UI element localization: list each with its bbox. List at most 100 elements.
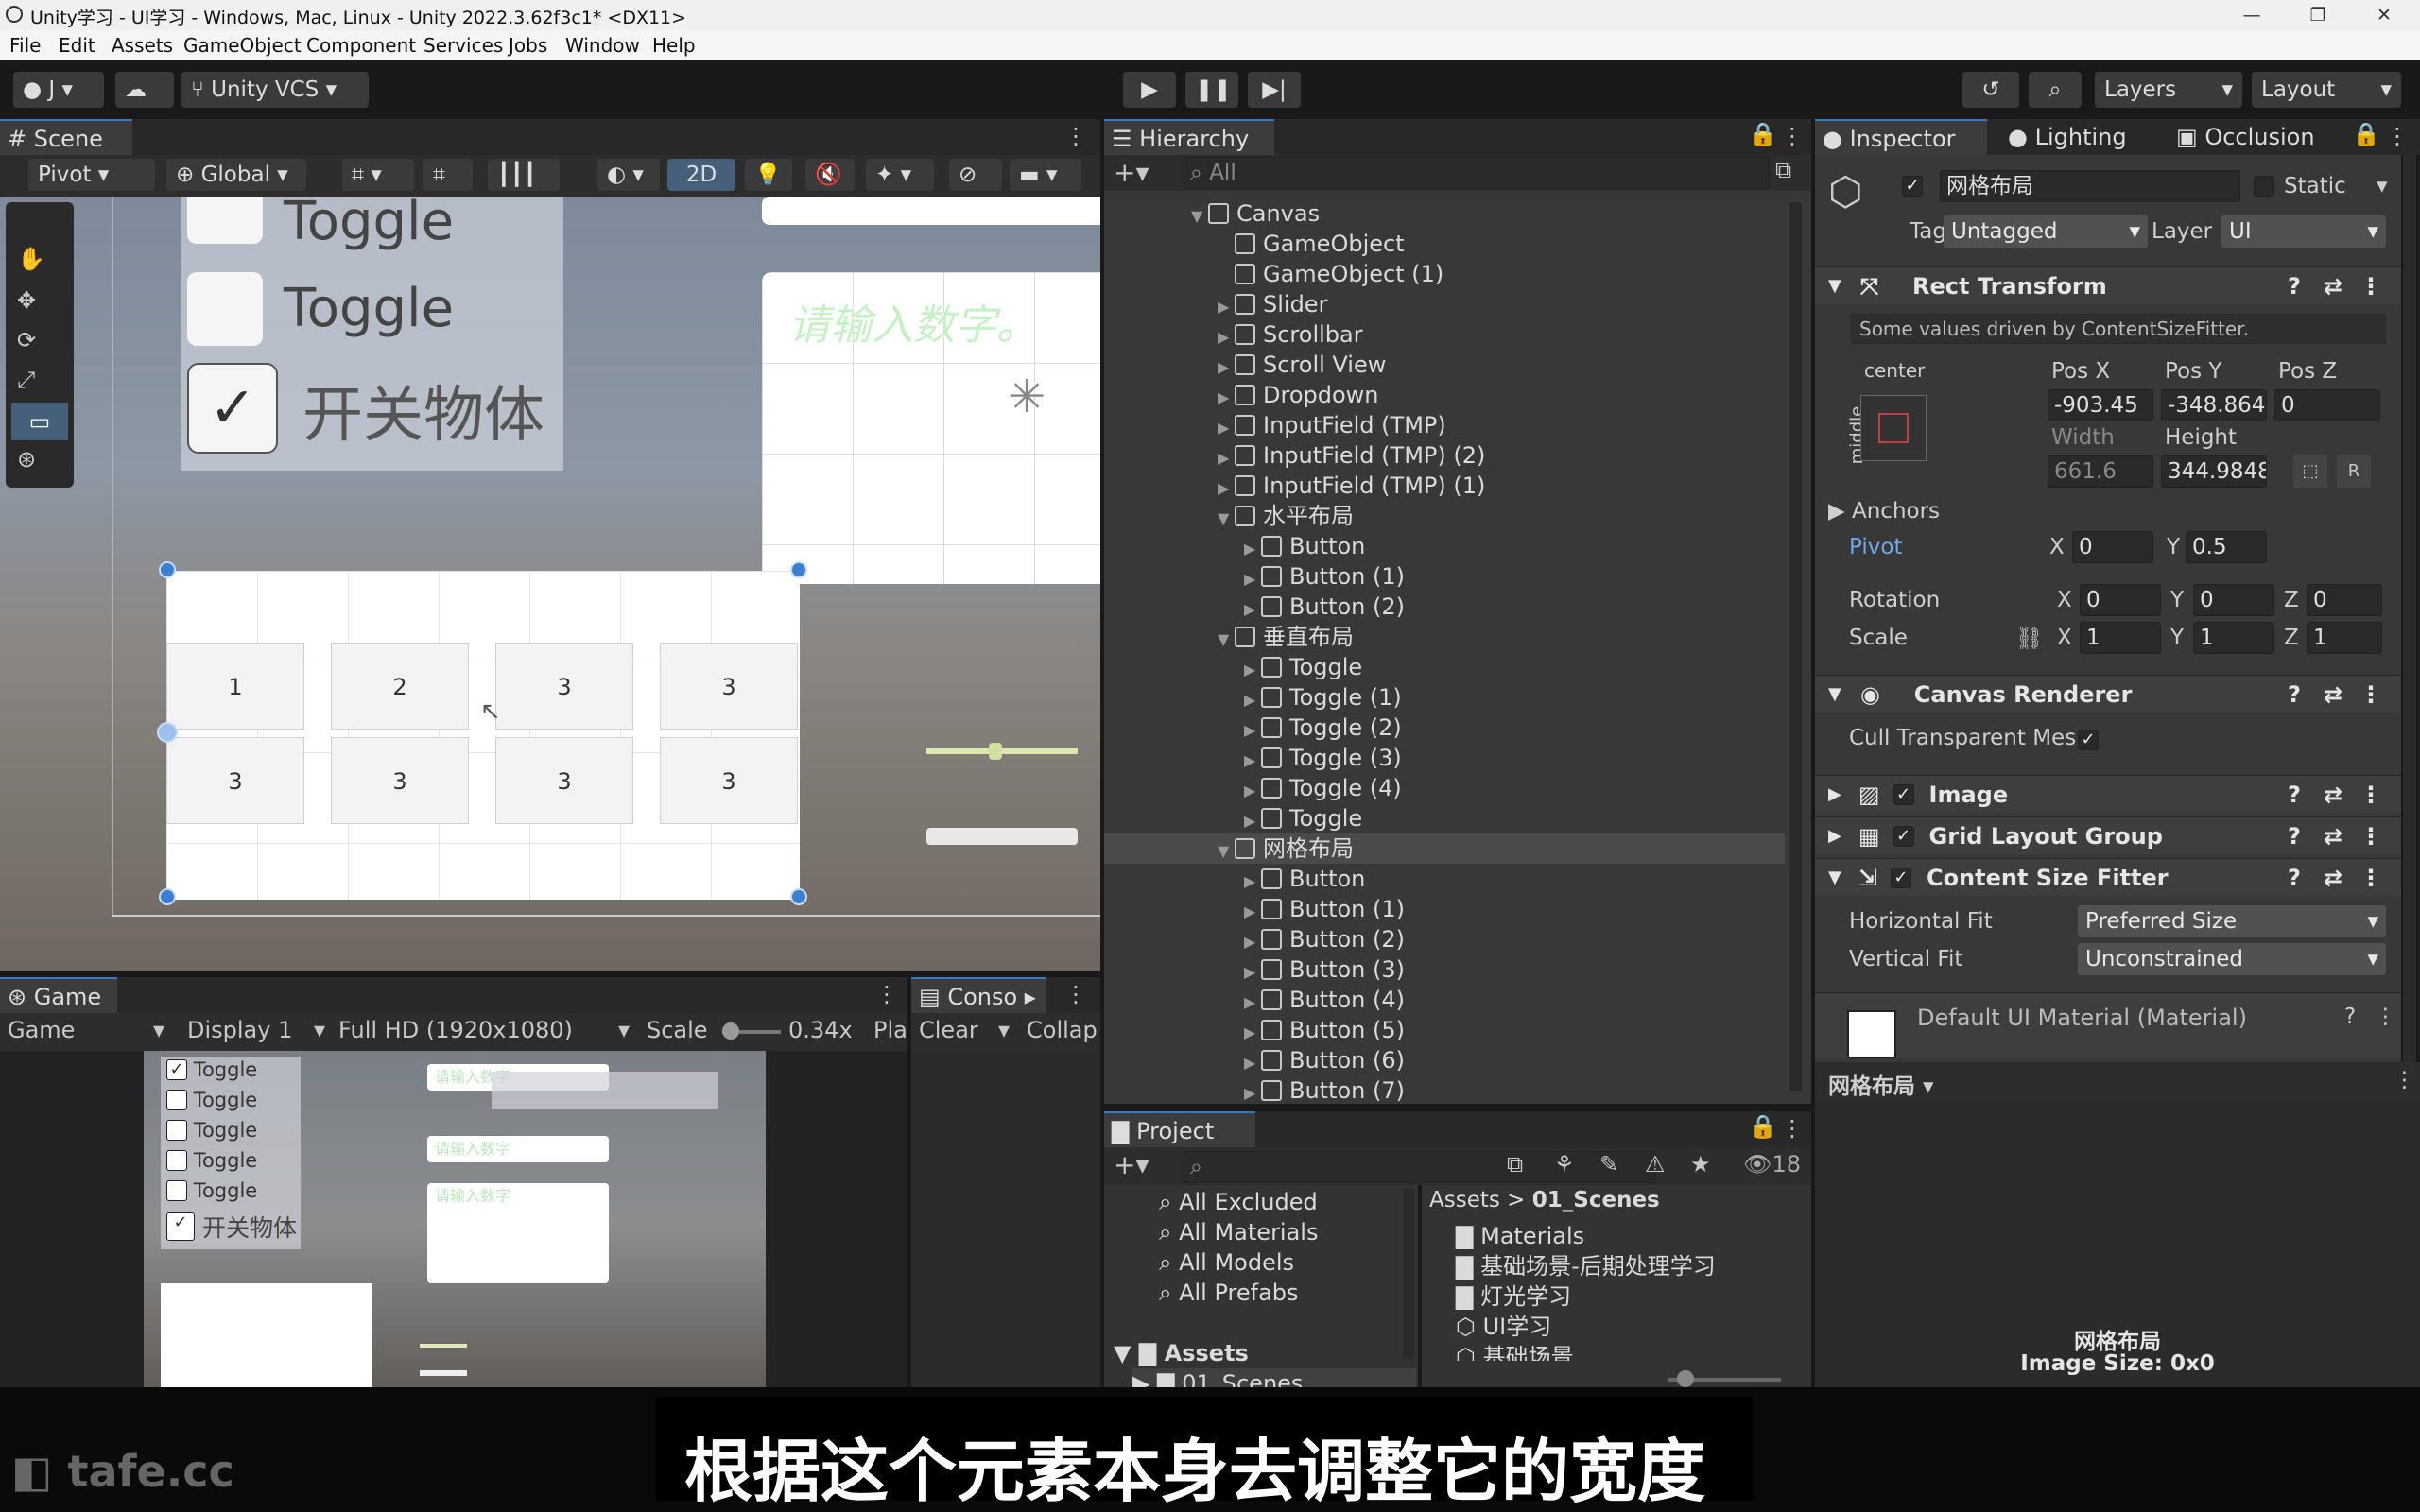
move-tool-icon[interactable]: ✥ <box>17 287 36 314</box>
content-size-fitter-header[interactable]: ▼ ⇲ ✓ Content Size Fitter ? ⇄ ⋮ <box>1815 858 2401 896</box>
grid-enabled-checkbox[interactable]: ✓ <box>1893 825 1914 847</box>
collapsed-arrow-icon[interactable]: ▶ <box>1244 685 1261 715</box>
layer-dropdown[interactable]: UI <box>2221 215 2386 248</box>
history-button[interactable]: ↺ <box>1962 72 2019 108</box>
preview-menu-icon[interactable]: ⋮ <box>2394 1068 2415 1092</box>
file-item[interactable]: ▇ 基础场景-后期处理学习 <box>1456 1251 1716 1281</box>
hierarchy-item[interactable]: ▶ Button <box>1104 531 1785 561</box>
favorite-all-excluded[interactable]: ⌕ All Excluded <box>1159 1187 1318 1217</box>
hierarchy-item[interactable]: ▶ Slider <box>1104 289 1785 319</box>
tag-icon[interactable]: ✎ <box>1599 1151 1618 1177</box>
raw-edit-icon[interactable]: R <box>2337 455 2371 488</box>
rotation-x-input[interactable]: 0 <box>2080 584 2161 616</box>
foldout-arrow-icon[interactable]: ▼ <box>1828 684 1841 704</box>
preview-name-dropdown[interactable]: 网格布局 ▾ <box>1828 1068 1934 1100</box>
game-checkbox-3[interactable] <box>166 1120 187 1141</box>
transform-tool-icon[interactable]: ⊛ <box>17 446 36 472</box>
account-button[interactable]: ● J ▾ <box>13 72 104 108</box>
layout-dropdown[interactable]: Layout ▾ <box>2252 72 2401 108</box>
rect-handle-tr[interactable] <box>790 561 807 578</box>
camera-dropdown[interactable]: ▬ ▾ <box>1010 159 1081 191</box>
height-input[interactable]: 344.9848 <box>2161 455 2267 488</box>
posz-input[interactable]: 0 <box>2274 389 2380 421</box>
inspector-more-icon[interactable]: ⋮ <box>2386 123 2409 149</box>
component-menu-icon[interactable]: ⋮ <box>2360 782 2382 808</box>
resolution-dropdown[interactable]: Full HD (1920x1080) ▾ <box>338 1017 630 1043</box>
hierarchy-item[interactable]: GameObject (1) <box>1104 259 1785 289</box>
tab-occlusion[interactable]: ▣ Occlusion <box>2169 119 2358 155</box>
game-dropdown[interactable]: Game ▾ <box>8 1017 164 1043</box>
foldout-arrow-icon[interactable]: ▶ <box>1828 784 1841 804</box>
tag-dropdown[interactable]: Untagged <box>1944 215 2148 248</box>
hierarchy-item[interactable]: ▶ Toggle (1) <box>1104 682 1785 713</box>
scene-slider-handle[interactable] <box>989 743 1002 760</box>
hierarchy-item[interactable]: ▶ Toggle (4) <box>1104 773 1785 803</box>
rect-tool-icon[interactable]: ▭ <box>11 403 68 440</box>
static-dropdown-icon[interactable]: ▾ <box>2377 174 2388 198</box>
anchor-preset-button[interactable] <box>1860 395 1927 461</box>
collapsed-arrow-icon[interactable]: ▶ <box>1218 292 1235 322</box>
scale-tool-icon[interactable]: ⤢ <box>17 367 35 393</box>
menu-gameobject[interactable]: GameObject <box>183 34 302 57</box>
material-preview[interactable] <box>1847 1010 1896 1058</box>
collapsed-arrow-icon[interactable]: ▶ <box>1218 413 1235 443</box>
scale-z-input[interactable]: 1 <box>2307 622 2382 654</box>
hierarchy-item[interactable]: ▶ Button (7) <box>1104 1075 1785 1104</box>
rotation-z-input[interactable]: 0 <box>2307 584 2382 616</box>
grid-button-4[interactable]: 3 <box>660 643 798 730</box>
minimize-icon[interactable]: — <box>2223 0 2280 30</box>
rotate-tool-icon[interactable]: ⟳ <box>17 327 36 353</box>
tree-assets-folder[interactable]: ▼ ▇ Assets <box>1114 1338 1249 1368</box>
grid-button-1[interactable]: 1 <box>166 643 304 730</box>
scene-input-top[interactable] <box>762 197 1100 225</box>
pivot-dropdown[interactable]: Pivot ▾ <box>28 159 155 191</box>
fitter-enabled-checkbox[interactable]: ✓ <box>1890 867 1911 888</box>
collapsed-arrow-icon[interactable]: ▶ <box>1218 473 1235 504</box>
hierarchy-item[interactable]: ▼ 水平布局 <box>1104 501 1785 531</box>
collapsed-arrow-icon[interactable]: ▶ <box>1244 927 1261 957</box>
game-scrollbar[interactable] <box>420 1370 467 1376</box>
hierarchy-search-input[interactable]: ⌕ All <box>1184 157 1770 189</box>
preset-icon[interactable]: ⇄ <box>2324 782 2342 808</box>
tab-game[interactable]: ⊛ Game <box>0 977 117 1013</box>
pivot-x-input[interactable]: 0 <box>2072 531 2153 563</box>
help-icon[interactable]: ? <box>2288 681 2301 708</box>
add-icon[interactable]: +▾ <box>1114 157 1150 188</box>
global-dropdown[interactable]: ⊕ Global ▾ <box>166 159 306 191</box>
console-more-icon[interactable]: ⋮ <box>1064 981 1087 1007</box>
file-item[interactable]: ▇ Materials <box>1456 1221 1584 1251</box>
game-toggle-6[interactable]: ✓ 开关物体 <box>166 1210 297 1244</box>
tab-lighting[interactable]: ● Lighting <box>2000 119 2161 155</box>
collapsed-arrow-icon[interactable]: ▶ <box>1218 443 1235 473</box>
image-header[interactable]: ▶ ▨ ✓ Image ? ⇄ ⋮ <box>1815 775 2401 813</box>
hierarchy-scrollbar[interactable] <box>1789 202 1802 1091</box>
audio-toggle[interactable]: 🔇 <box>805 159 855 191</box>
collapsed-arrow-icon[interactable]: ▶ <box>1218 383 1235 413</box>
expanded-arrow-icon[interactable]: ▼ <box>1218 504 1235 534</box>
snap-grid-button[interactable]: ⌗ ▾ <box>342 159 414 191</box>
warning-icon[interactable]: ⚠ <box>1645 1151 1666 1177</box>
grid-button-2[interactable]: 2 <box>331 643 469 730</box>
game-input-3[interactable]: 请输入数字 <box>427 1183 609 1283</box>
help-icon[interactable]: ? <box>2288 823 2301 850</box>
hierarchy-item[interactable]: ▶ Button (5) <box>1104 1015 1785 1045</box>
hierarchy-item[interactable]: ▼ 网格布局 <box>1104 833 1785 864</box>
hierarchy-item[interactable]: ▶ InputField (TMP) (2) <box>1104 440 1785 471</box>
menu-help[interactable]: Help <box>652 34 696 57</box>
visibility-toggle[interactable]: ⊘ <box>949 159 1002 191</box>
horizontal-fit-dropdown[interactable]: Preferred Size <box>2078 905 2386 937</box>
hierarchy-item[interactable]: ▶ Dropdown <box>1104 380 1785 410</box>
game-more-icon[interactable]: ⋮ <box>875 981 898 1007</box>
menu-window[interactable]: Window <box>565 34 640 57</box>
help-icon[interactable]: ? <box>2288 865 2301 891</box>
menu-component[interactable]: Component <box>306 34 416 57</box>
menu-services[interactable]: Services <box>424 34 503 57</box>
toggle-box-2[interactable] <box>187 272 263 346</box>
component-menu-icon[interactable]: ⋮ <box>2360 681 2382 708</box>
preset-icon[interactable]: ⇄ <box>2324 681 2342 708</box>
preset-icon[interactable]: ⇄ <box>2324 823 2342 850</box>
hierarchy-item[interactable]: ▶ Button <box>1104 864 1785 894</box>
tab-hierarchy[interactable]: ☰ Hierarchy <box>1104 119 1274 155</box>
hierarchy-item[interactable]: ▶ Button (6) <box>1104 1045 1785 1075</box>
lighting-toggle[interactable]: 💡 <box>745 159 792 191</box>
